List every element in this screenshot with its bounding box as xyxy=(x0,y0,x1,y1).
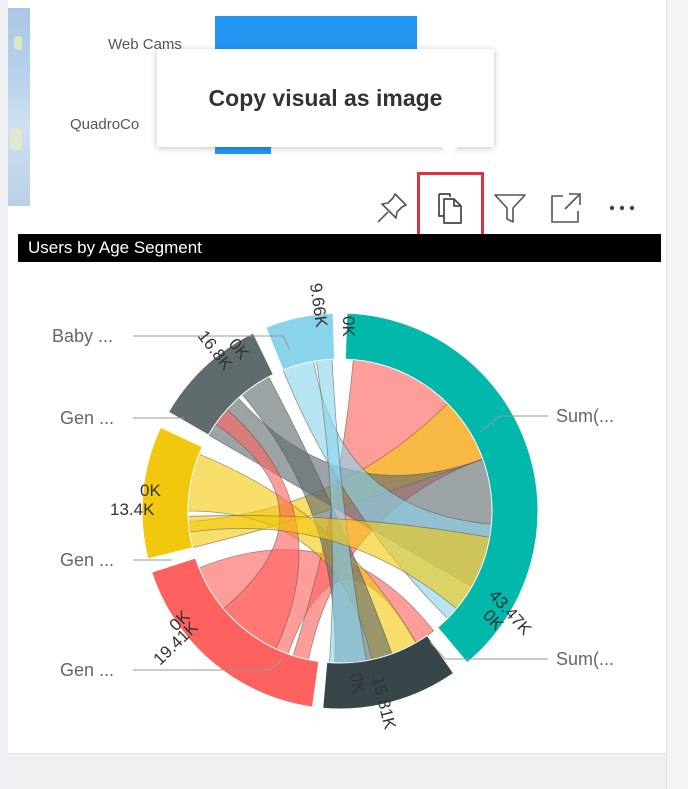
visual-title: Users by Age Segment xyxy=(18,234,661,262)
group-label: Sum(... xyxy=(556,649,614,669)
group-label: Gen ... xyxy=(60,550,114,570)
tooltip-arrow xyxy=(441,146,459,156)
tooltip-text: Copy visual as image xyxy=(208,85,443,111)
group-label: Baby ... xyxy=(52,326,113,346)
bar-label-quadroco: QuadroCo xyxy=(70,116,140,133)
canvas-bottom-strip xyxy=(8,753,666,789)
tick-label: 0K xyxy=(140,481,161,500)
chord-chart[interactable]: Baby ... Gen ... Gen ... Gen ... Sum(... Sum(… xyxy=(0,262,666,753)
group-label-leader-line xyxy=(429,641,548,660)
group-label: Gen ... xyxy=(60,408,114,428)
tick-label: 0K xyxy=(339,316,358,337)
chord-chart-svg: Baby ... Gen ... Gen ... Gen ... Sum(... Sum(… xyxy=(52,282,614,732)
map-visual-thumbnail[interactable] xyxy=(8,8,30,206)
filter-icon[interactable] xyxy=(492,190,528,226)
group-label: Gen ... xyxy=(60,660,114,680)
focus-mode-icon[interactable] xyxy=(548,190,584,226)
tick-label: 13.4K xyxy=(110,500,155,519)
more-options-icon[interactable] xyxy=(604,190,640,226)
pin-icon[interactable] xyxy=(374,190,410,226)
group-label: Sum(... xyxy=(556,406,614,426)
canvas-right-scroll-area xyxy=(666,0,688,789)
tooltip: Copy visual as image xyxy=(157,49,494,147)
tick-label: 0K xyxy=(346,671,368,695)
